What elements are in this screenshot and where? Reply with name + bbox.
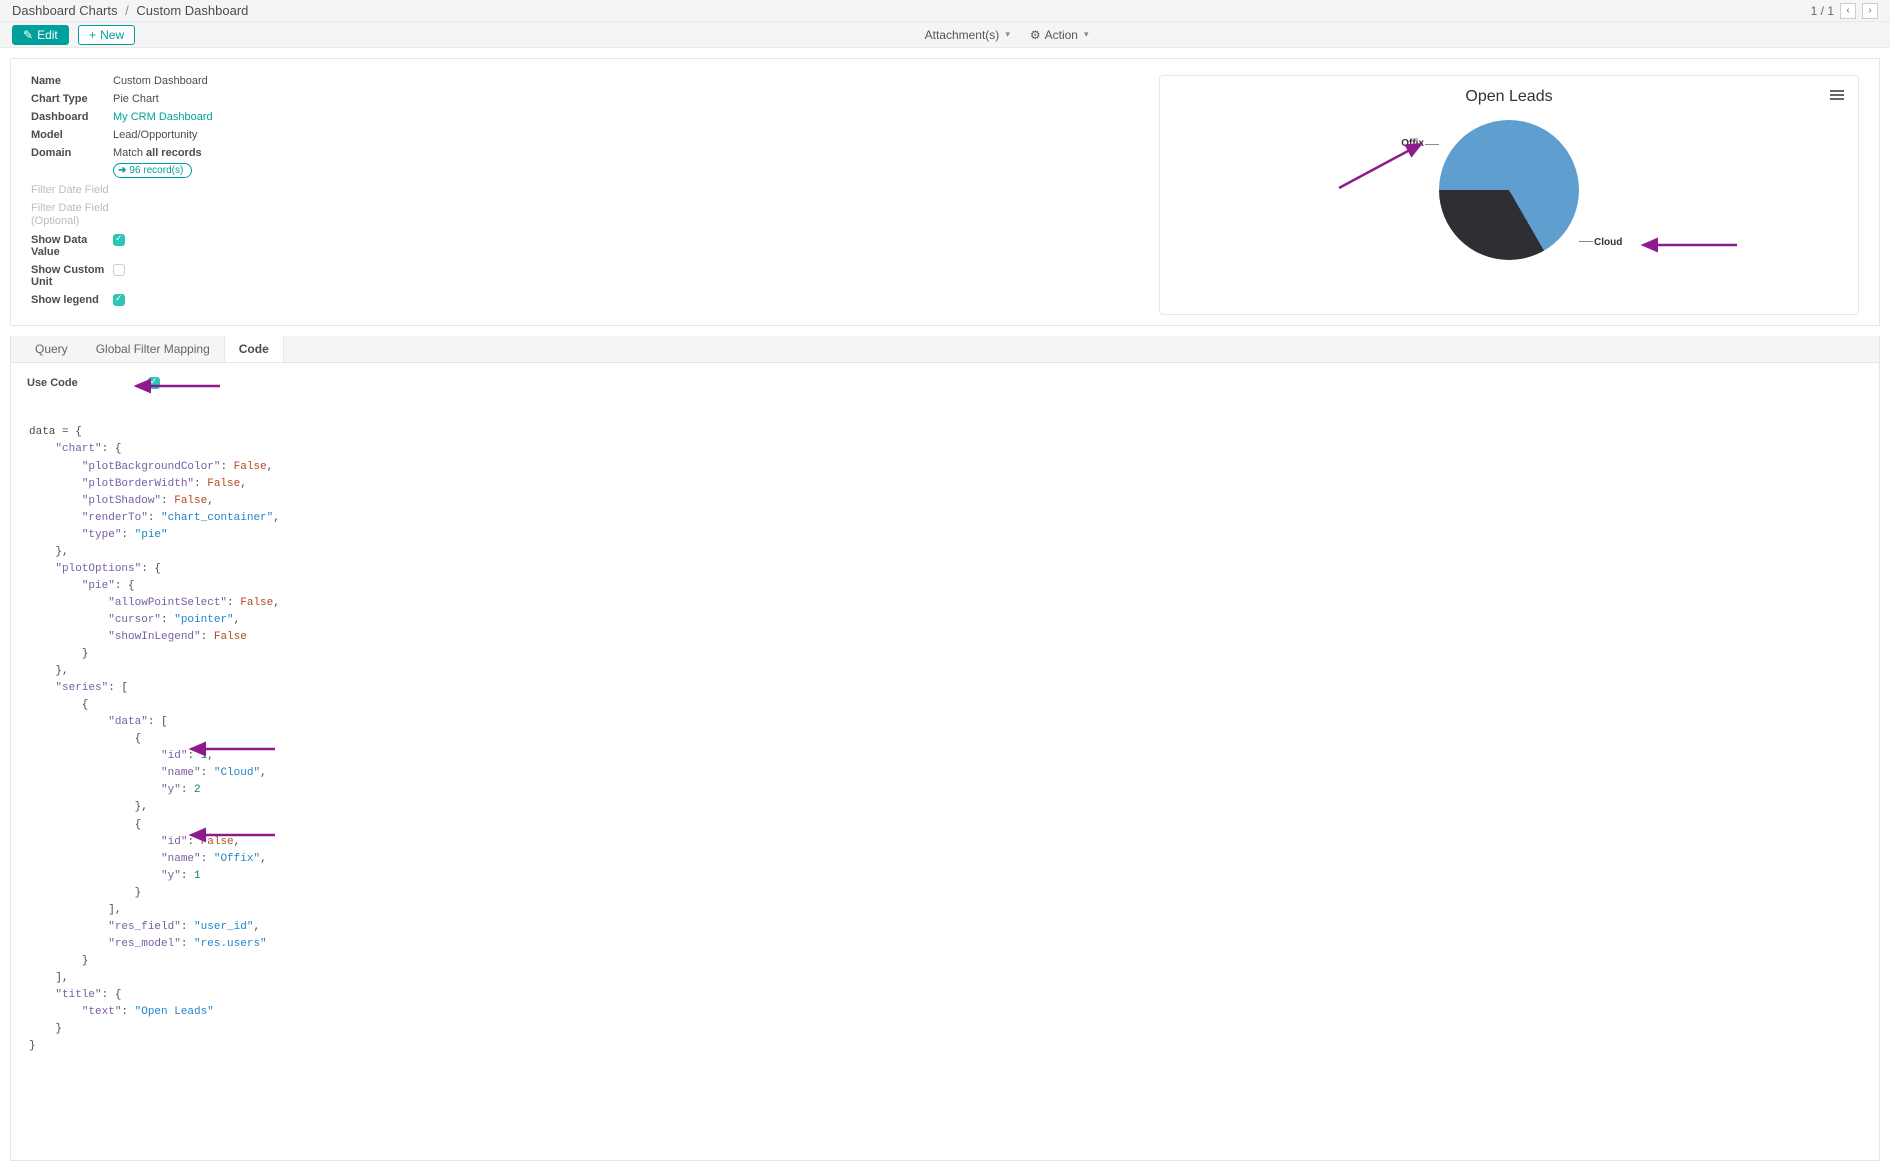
label-show-legend: Show legend xyxy=(31,294,113,306)
code-editor[interactable]: data = { "chart": { "plotBackgroundColor… xyxy=(17,407,1873,1140)
label-domain: Domain xyxy=(31,147,113,159)
records-pill[interactable]: ➜ 96 record(s) xyxy=(113,163,192,178)
breadcrumb-current: Custom Dashboard xyxy=(136,3,248,18)
pencil-icon: ✎ xyxy=(23,28,33,42)
pie-label-offix: Offix xyxy=(1401,138,1424,149)
label-filter-date: Filter Date Field xyxy=(31,184,113,196)
checkbox-show-data-value[interactable] xyxy=(113,234,125,246)
new-button-label: New xyxy=(100,28,124,42)
edit-button[interactable]: ✎ Edit xyxy=(12,25,69,45)
value-domain: Match all records xyxy=(113,147,202,159)
label-use-code: Use Code xyxy=(27,377,78,389)
annotation-arrow-2 xyxy=(1639,238,1739,252)
gear-icon: ⚙ xyxy=(1030,28,1041,42)
label-dashboard: Dashboard xyxy=(31,111,113,123)
chart-title: Open Leads xyxy=(1178,88,1840,106)
label-filter-date-optional: Filter Date Field (Optional) xyxy=(31,202,113,228)
attachments-dropdown[interactable]: Attachment(s) xyxy=(925,28,1010,42)
value-model: Lead/Opportunity xyxy=(113,129,197,141)
label-filter-date-optional-line2: (Optional) xyxy=(31,215,79,227)
pager-text: 1 / 1 xyxy=(1811,4,1834,18)
edit-button-label: Edit xyxy=(37,28,58,42)
pie-leader-offix xyxy=(1425,144,1439,145)
chart-menu-button[interactable] xyxy=(1830,90,1844,100)
breadcrumb-separator: / xyxy=(125,3,129,18)
label-model: Model xyxy=(31,129,113,141)
pager-next-button[interactable]: › xyxy=(1862,3,1878,19)
pie-leader-cloud xyxy=(1579,241,1593,242)
annotation-arrow-3 xyxy=(132,380,222,392)
checkbox-show-legend[interactable] xyxy=(113,294,125,306)
domain-all-text: all records xyxy=(146,147,202,159)
label-name: Name xyxy=(31,75,113,87)
pager: 1 / 1 ‹ › xyxy=(1811,3,1878,19)
label-filter-date-optional-line1: Filter Date Field xyxy=(31,202,109,214)
arrow-right-icon: ➜ xyxy=(118,165,126,176)
breadcrumb-root[interactable]: Dashboard Charts xyxy=(12,3,118,18)
action-dropdown-label: Action xyxy=(1045,28,1078,42)
tab-global-filter-mapping[interactable]: Global Filter Mapping xyxy=(82,336,224,362)
domain-match-text: Match xyxy=(113,147,146,159)
label-show-data-value: Show Data Value xyxy=(31,234,113,258)
records-pill-label: 96 record(s) xyxy=(129,165,183,176)
annotation-arrow-4 xyxy=(187,743,277,755)
value-name: Custom Dashboard xyxy=(113,75,208,87)
label-chart-type: Chart Type xyxy=(31,93,113,105)
pager-prev-button[interactable]: ‹ xyxy=(1840,3,1856,19)
plus-icon: + xyxy=(89,28,96,42)
pie-chart xyxy=(1439,120,1579,260)
annotation-arrow-5 xyxy=(187,829,277,841)
tab-query[interactable]: Query xyxy=(21,336,82,362)
hamburger-icon xyxy=(1830,90,1844,100)
checkbox-show-custom-unit[interactable] xyxy=(113,264,125,276)
pie-label-cloud: Cloud xyxy=(1594,237,1622,248)
tab-code[interactable]: Code xyxy=(224,336,284,362)
value-chart-type: Pie Chart xyxy=(113,93,159,105)
label-show-custom-unit: Show Custom Unit xyxy=(31,264,113,288)
value-dashboard-link[interactable]: My CRM Dashboard xyxy=(113,111,213,123)
breadcrumb: Dashboard Charts / Custom Dashboard xyxy=(12,3,1811,18)
new-button[interactable]: + New xyxy=(78,25,135,45)
chart-preview-panel: Open Leads Offix Cloud xyxy=(1159,75,1859,315)
action-dropdown[interactable]: ⚙ Action xyxy=(1030,28,1089,42)
